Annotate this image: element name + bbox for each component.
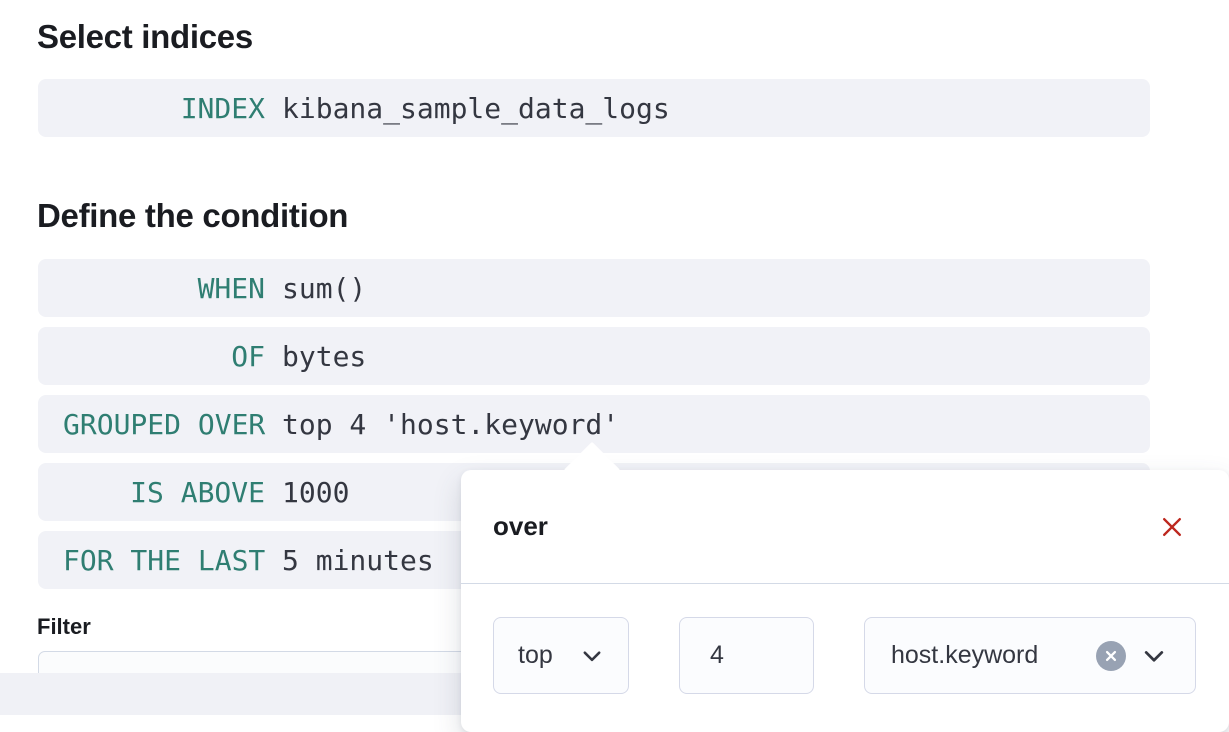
- expression-for-the-last-keyword: FOR THE LAST: [63, 544, 265, 577]
- popover-body: top 4 host.keyword: [461, 584, 1229, 694]
- expression-when-value: sum(): [282, 272, 366, 305]
- expression-of[interactable]: OF bytes: [38, 327, 1150, 385]
- expression-of-keyword: OF: [63, 340, 265, 373]
- group-select-value: top: [518, 641, 553, 670]
- expression-is-above-keyword: IS ABOVE: [63, 476, 265, 509]
- group-field-combobox[interactable]: host.keyword: [864, 617, 1196, 694]
- expression-for-the-last-value: 5 minutes: [282, 544, 434, 577]
- close-button[interactable]: [1157, 512, 1187, 542]
- popover-header: over: [461, 470, 1229, 584]
- expression-index-value: kibana_sample_data_logs: [282, 92, 670, 125]
- expression-of-value: bytes: [282, 340, 366, 373]
- group-select[interactable]: top: [493, 617, 629, 694]
- group-over-popover: over top 4 host.keyword: [461, 470, 1229, 732]
- expression-index-keyword: INDEX: [63, 92, 265, 125]
- expression-when-keyword: WHEN: [63, 272, 265, 305]
- x-icon: [1159, 514, 1185, 540]
- section-title-select-indices: Select indices: [37, 18, 253, 56]
- filter-label: Filter: [37, 614, 91, 640]
- cross-in-circle-icon[interactable]: [1096, 641, 1126, 671]
- expression-is-above-value: 1000: [282, 476, 349, 509]
- expression-grouped-over-value: top 4 'host.keyword': [282, 408, 619, 441]
- group-field-value: host.keyword: [891, 641, 1038, 670]
- section-title-define-condition: Define the condition: [37, 197, 348, 235]
- group-size-value: 4: [710, 641, 724, 670]
- expression-grouped-over-keyword: GROUPED OVER: [63, 408, 265, 441]
- group-size-input[interactable]: 4: [679, 617, 814, 694]
- popover-title: over: [493, 511, 548, 542]
- expression-when[interactable]: WHEN sum(): [38, 259, 1150, 317]
- expression-index[interactable]: INDEX kibana_sample_data_logs: [38, 79, 1150, 137]
- chevron-down-icon: [1141, 643, 1167, 669]
- chevron-down-icon: [580, 644, 604, 668]
